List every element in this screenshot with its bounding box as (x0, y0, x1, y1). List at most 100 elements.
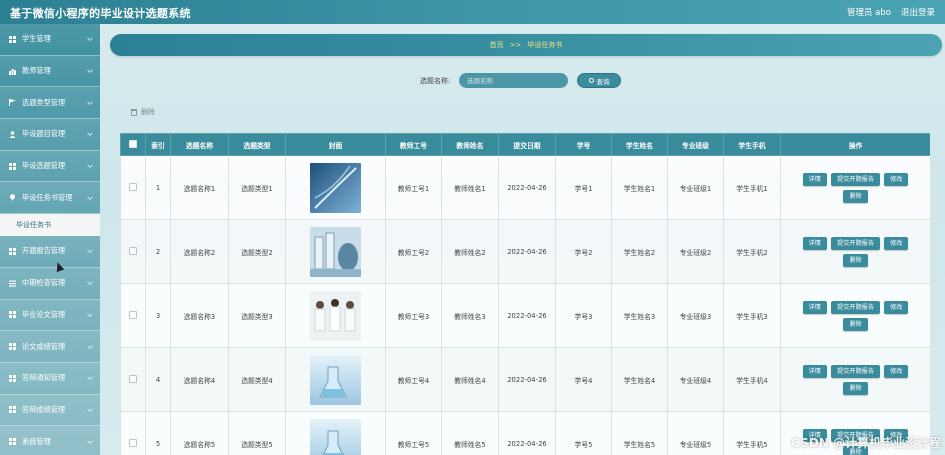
data-table: 索引 选题名称 选题类型 封面 教师工号 教师姓名 提交日期 学号 学生姓名 专业班级 学生手机 操作… (120, 133, 930, 455)
cover-image (310, 226, 361, 277)
cell-phone: 学生手机2 (723, 219, 781, 284)
row-select-cell[interactable] (120, 155, 146, 220)
cell-student-id: 学号2 (555, 219, 612, 284)
breadcrumb-home[interactable]: 首页 (490, 40, 504, 50)
watermark: CSDN @计算机毕业设计程 (791, 436, 941, 450)
submit-report-button[interactable]: 提交开题报告 (830, 172, 881, 186)
cell-type: 选题类型4 (228, 347, 286, 412)
sidebar-item-a0[interactable]: 学生管理 (0, 24, 100, 56)
current-user[interactable]: 管理员 abo (847, 6, 891, 18)
cell-teacher-id: 教师工号3 (385, 283, 442, 348)
search-button[interactable]: 查询 (577, 73, 621, 88)
submit-report-button[interactable]: 提交开题报告 (830, 236, 881, 250)
grid-icon (9, 374, 16, 382)
column-header: 学号 (555, 133, 612, 156)
sidebar-item-a1[interactable]: 教师管理 (0, 55, 100, 88)
sidebar-item-label: 系统管理 (22, 436, 51, 446)
submit-report-button[interactable]: 提交开题报告 (830, 364, 881, 378)
sidebar-item-b2[interactable]: 毕业论文管理 (0, 299, 100, 332)
edit-button[interactable]: 修改 (884, 300, 909, 314)
cell-actions: 详情 提交开题报告 修改删除 (780, 219, 930, 284)
grid-icon (9, 162, 16, 170)
cell-actions: 详情 提交开题报告 修改删除 (780, 155, 930, 220)
cell-date: 2022-04-26 (498, 411, 556, 455)
detail-button[interactable]: 详情 (802, 364, 827, 378)
cell-date: 2022-04-26 (498, 219, 556, 284)
cell-teacher-id: 教师工号4 (385, 347, 442, 412)
sidebar-item-label: 开题报告管理 (22, 246, 66, 256)
sidebar-item-b5[interactable]: 答辩成绩管理 (0, 394, 100, 427)
cell-class: 专业班级2 (667, 219, 724, 284)
sidebar-item-a2[interactable]: 选题类型管理 (0, 87, 100, 120)
cell-teacher-name: 教师姓名1 (441, 155, 499, 220)
sidebar-item-label: 毕业论文管理 (22, 309, 66, 319)
row-checkbox[interactable] (129, 374, 137, 383)
cell-student-id: 学号5 (555, 411, 612, 455)
row-select-cell[interactable] (120, 283, 146, 348)
sidebar-item-b6[interactable]: 系统管理 (0, 426, 100, 455)
cell-index: 2 (145, 219, 171, 284)
row-checkbox[interactable] (129, 310, 137, 319)
cell-type: 选题类型1 (228, 155, 286, 220)
sidebar-item-b0[interactable]: 开题报告管理 (0, 236, 100, 268)
table-header-row: 索引 选题名称 选题类型 封面 教师工号 教师姓名 提交日期 学号 学生姓名 专业班级 学生手机 操作 (120, 133, 930, 156)
chevron-down-icon (87, 311, 93, 317)
select-all-checkbox[interactable] (129, 139, 137, 148)
cell-index: 4 (145, 347, 171, 412)
grid-icon (9, 438, 16, 446)
delete-button[interactable]: 删除 (843, 253, 868, 267)
delete-button[interactable]: 删除 (843, 317, 868, 331)
row-select-cell[interactable] (120, 347, 146, 412)
sidebar-subitem-task-book[interactable]: 毕设任务书 (0, 214, 100, 237)
cell-phone: 学生手机5 (723, 411, 781, 455)
column-header: 学生手机 (723, 133, 781, 156)
sidebar-item-a4[interactable]: 毕设选题管理 (0, 150, 100, 183)
detail-button[interactable]: 详情 (802, 300, 827, 314)
sidebar-item-a5[interactable]: 毕设任务书管理 (0, 182, 100, 215)
top-header: 基于微信小程序的毕业设计选题系统 管理员 abo 退出登录 (0, 0, 945, 24)
row-select-cell[interactable] (120, 219, 146, 284)
cell-student-id: 学号1 (555, 155, 612, 220)
cell-phone: 学生手机3 (723, 283, 781, 348)
pin-icon (9, 194, 16, 202)
sidebar-item-a3[interactable]: 毕设题目管理 (0, 119, 100, 151)
cell-actions: 详情 提交开题报告 修改删除 (780, 283, 930, 348)
delete-button[interactable]: 删除 (843, 189, 868, 203)
edit-button[interactable]: 修改 (884, 364, 909, 378)
sidebar-item-b1[interactable]: 中期检查管理 (0, 267, 100, 300)
detail-button[interactable]: 详情 (802, 236, 827, 250)
row-checkbox[interactable] (129, 246, 137, 255)
detail-button[interactable]: 详情 (802, 172, 827, 186)
row-checkbox[interactable] (129, 438, 137, 447)
cell-index: 1 (145, 155, 171, 220)
chevron-down-icon (87, 247, 93, 254)
trash-icon (131, 108, 137, 116)
cell-index: 5 (145, 411, 171, 455)
row-checkbox[interactable] (129, 182, 137, 191)
cell-cover (285, 219, 386, 284)
sidebar-item-b4[interactable]: 答辩通知管理 (0, 362, 100, 395)
grid-icon (9, 343, 16, 351)
cell-student-name: 学生姓名1 (611, 155, 668, 220)
batch-delete-label: 删除 (141, 108, 155, 116)
cell-class: 专业班级4 (667, 347, 724, 412)
cell-student-name: 学生姓名2 (611, 219, 668, 284)
cell-student-id: 学号4 (555, 347, 612, 412)
sidebar-item-b3[interactable]: 论文成绩管理 (0, 331, 100, 363)
search-input[interactable] (459, 73, 568, 88)
sidebar-item-label: 答辩成绩管理 (22, 404, 66, 414)
submit-report-button[interactable]: 提交开题报告 (830, 300, 881, 314)
edit-button[interactable]: 修改 (884, 236, 909, 250)
table-row: 1 选题名称1 选题类型1 教师工号1 教师姓名1 2022-04-26 学号1 学生姓名1 专… (120, 155, 930, 220)
batch-delete-button[interactable]: 删除 (131, 107, 155, 117)
select-all-header[interactable] (120, 133, 146, 156)
sidebar-item-label: 毕设题目管理 (22, 129, 66, 139)
sidebar: 学生管理 教师管理 选题类型管理毕设题目管理毕设选题管理 毕设任务书管理 毕设任务书开题… (0, 24, 100, 455)
cell-teacher-name: 教师姓名3 (441, 283, 499, 348)
logout-link[interactable]: 退出登录 (901, 6, 935, 18)
delete-button[interactable]: 删除 (843, 381, 868, 395)
cell-date: 2022-04-26 (498, 155, 556, 220)
edit-button[interactable]: 修改 (884, 172, 909, 186)
row-select-cell[interactable] (120, 411, 146, 455)
cell-date: 2022-04-26 (498, 283, 556, 348)
